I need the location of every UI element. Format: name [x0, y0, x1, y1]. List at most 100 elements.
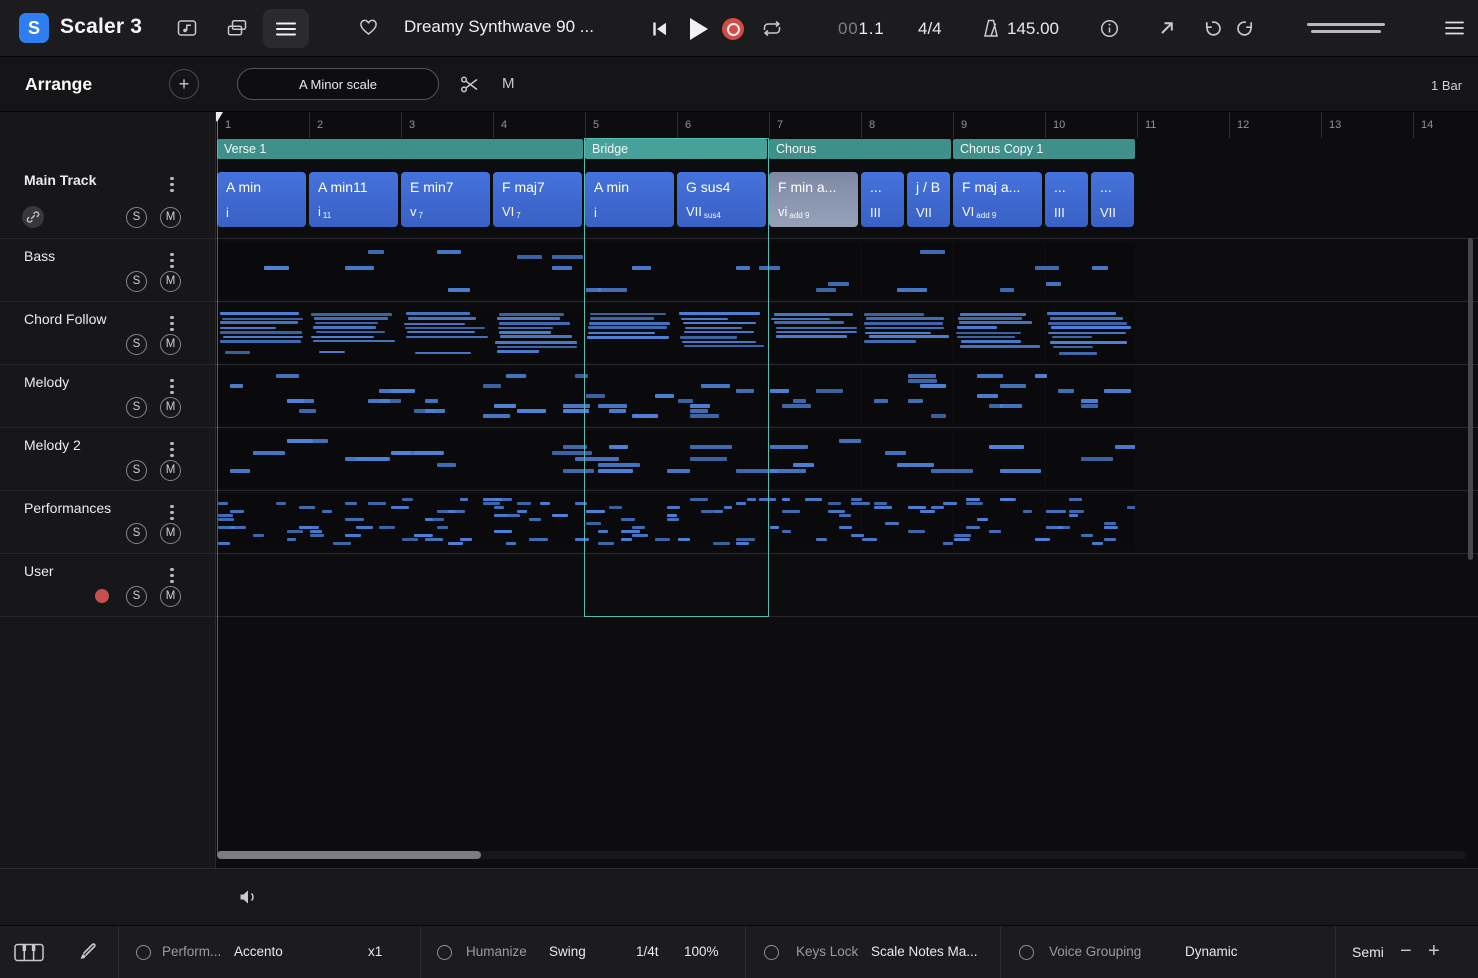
redo-icon[interactable] [1236, 19, 1256, 38]
app-logo-icon[interactable]: S [19, 13, 49, 43]
section-bridge[interactable]: Bridge [585, 139, 767, 159]
timeline-bar-13[interactable]: 13 [1321, 112, 1413, 138]
chord-block-2-a-min11[interactable]: A min11i11 [309, 172, 398, 227]
arrange-view-button[interactable] [263, 9, 309, 48]
chord-block-8-[interactable]: ...III [861, 172, 904, 227]
solo-button-chord-follow[interactable]: S [126, 334, 147, 355]
clip-chord-follow[interactable] [217, 305, 1135, 362]
favorite-heart-icon[interactable] [359, 19, 378, 36]
track-header-performances[interactable]: PerformancesSM [0, 491, 216, 554]
loop-icon[interactable] [761, 20, 783, 37]
skip-back-button[interactable] [651, 20, 669, 38]
section-chorus[interactable]: Chorus [769, 139, 951, 159]
track-header-melody[interactable]: MelodySM [0, 365, 216, 428]
solo-button-melody-2[interactable]: S [126, 460, 147, 481]
timeline-bar-6[interactable]: 6 [677, 112, 769, 138]
keys-lock-value[interactable]: Scale Notes Ma... [871, 944, 978, 959]
timeline-bar-7[interactable]: 7 [769, 112, 861, 138]
clip-bass[interactable] [217, 242, 1135, 299]
vertical-scrollbar-thumb[interactable] [1468, 238, 1473, 560]
track-header-main-track[interactable]: Main TrackSM [0, 160, 216, 239]
mute-button-bass[interactable]: M [160, 271, 181, 292]
playhead-marker[interactable] [216, 112, 223, 122]
semi-minus-button[interactable]: − [1400, 940, 1412, 963]
timeline-bar-14[interactable]: 14 [1413, 112, 1478, 138]
play-button[interactable] [690, 18, 708, 40]
piano-keyboard-icon[interactable] [14, 943, 44, 962]
humanize-amount[interactable]: 100% [684, 944, 719, 959]
perform-value[interactable]: Accento [234, 944, 283, 959]
solo-button-bass[interactable]: S [126, 271, 147, 292]
chord-block-9-j-b[interactable]: j / BVII [907, 172, 950, 227]
timeline-bar-5[interactable]: 5 [585, 112, 677, 138]
m-mode-label[interactable]: M [502, 75, 515, 92]
layers-icon[interactable] [227, 19, 247, 37]
timeline-bar-11[interactable]: 11 [1137, 112, 1229, 138]
mute-button-main-track[interactable]: M [160, 207, 181, 228]
solo-button-melody[interactable]: S [126, 397, 147, 418]
playhead-position[interactable]: 001.1 [838, 19, 885, 39]
track-header-user[interactable]: UserSM [0, 554, 216, 617]
voice-grouping-toggle[interactable] [1019, 945, 1034, 960]
mute-button-melody-2[interactable]: M [160, 460, 181, 481]
timeline-bar-12[interactable]: 12 [1229, 112, 1321, 138]
track-header-chord-follow[interactable]: Chord FollowSM [0, 302, 216, 365]
chord-block-10-f-maj-a[interactable]: F maj a...VIadd 9 [953, 172, 1042, 227]
metronome-icon[interactable] [982, 19, 1000, 38]
brush-icon[interactable] [78, 942, 99, 963]
speaker-icon[interactable] [238, 888, 259, 906]
project-browser-icon[interactable] [177, 19, 197, 37]
chord-block-7-f-min-a[interactable]: F min a...viadd 9 [769, 172, 858, 227]
chord-block-3-e-min7[interactable]: E min7v7 [401, 172, 490, 227]
track-header-bass[interactable]: BassSM [0, 239, 216, 302]
timeline-bar-8[interactable]: 8 [861, 112, 953, 138]
timeline-bar-4[interactable]: 4 [493, 112, 585, 138]
link-icon[interactable] [22, 206, 44, 228]
chord-block-12-[interactable]: ...VII [1091, 172, 1134, 227]
bar-length-label[interactable]: 1 Bar [1431, 78, 1462, 93]
track-header-melody-2[interactable]: Melody 2SM [0, 428, 216, 491]
scale-selector[interactable]: A Minor scale [237, 68, 439, 100]
humanize-rate[interactable]: 1/4t [636, 944, 659, 959]
chord-block-6-g-sus4[interactable]: G sus4VIIsus4 [677, 172, 766, 227]
humanize-value[interactable]: Swing [549, 944, 586, 959]
clip-melody[interactable] [217, 368, 1135, 425]
share-icon[interactable] [1158, 19, 1176, 37]
timeline-bar-10[interactable]: 10 [1045, 112, 1137, 138]
perform-multiplier[interactable]: x1 [368, 944, 382, 959]
undo-icon[interactable] [1202, 19, 1222, 38]
record-button[interactable] [722, 18, 744, 40]
mute-button-chord-follow[interactable]: M [160, 334, 181, 355]
mute-button-performances[interactable]: M [160, 523, 181, 544]
info-icon[interactable] [1100, 19, 1119, 38]
clip-melody-2[interactable] [217, 431, 1135, 488]
add-section-button[interactable]: + [169, 69, 199, 99]
perform-toggle[interactable] [136, 945, 151, 960]
section-verse-1[interactable]: Verse 1 [217, 139, 583, 159]
solo-button-main-track[interactable]: S [126, 207, 147, 228]
time-signature[interactable]: 4/4 [918, 19, 942, 39]
chord-block-1-a-min[interactable]: A mini [217, 172, 306, 227]
scissors-icon[interactable] [460, 75, 480, 94]
clip-performances[interactable] [217, 494, 1135, 551]
track-menu-kebab-icon[interactable] [164, 249, 180, 269]
tempo-value[interactable]: 145.00 [1007, 19, 1059, 39]
timeline-bar-1[interactable]: 1 [217, 112, 309, 138]
section-chorus-copy-1[interactable]: Chorus Copy 1 [953, 139, 1135, 159]
menu-icon[interactable] [1444, 20, 1465, 36]
timeline-bar-2[interactable]: 2 [309, 112, 401, 138]
semi-plus-button[interactable]: + [1428, 940, 1440, 963]
timeline-bar-3[interactable]: 3 [401, 112, 493, 138]
track-menu-kebab-icon[interactable] [164, 375, 180, 395]
record-armed-indicator[interactable] [95, 589, 109, 603]
track-menu-kebab-icon[interactable] [164, 438, 180, 458]
track-menu-kebab-icon[interactable] [164, 312, 180, 332]
humanize-toggle[interactable] [437, 945, 452, 960]
mute-button-melody[interactable]: M [160, 397, 181, 418]
solo-button-performances[interactable]: S [126, 523, 147, 544]
keys-lock-toggle[interactable] [764, 945, 779, 960]
chord-block-5-a-min[interactable]: A mini [585, 172, 674, 227]
track-menu-kebab-icon[interactable] [164, 564, 180, 584]
solo-button-user[interactable]: S [126, 586, 147, 607]
chord-block-4-f-maj7[interactable]: F maj7VI7 [493, 172, 582, 227]
